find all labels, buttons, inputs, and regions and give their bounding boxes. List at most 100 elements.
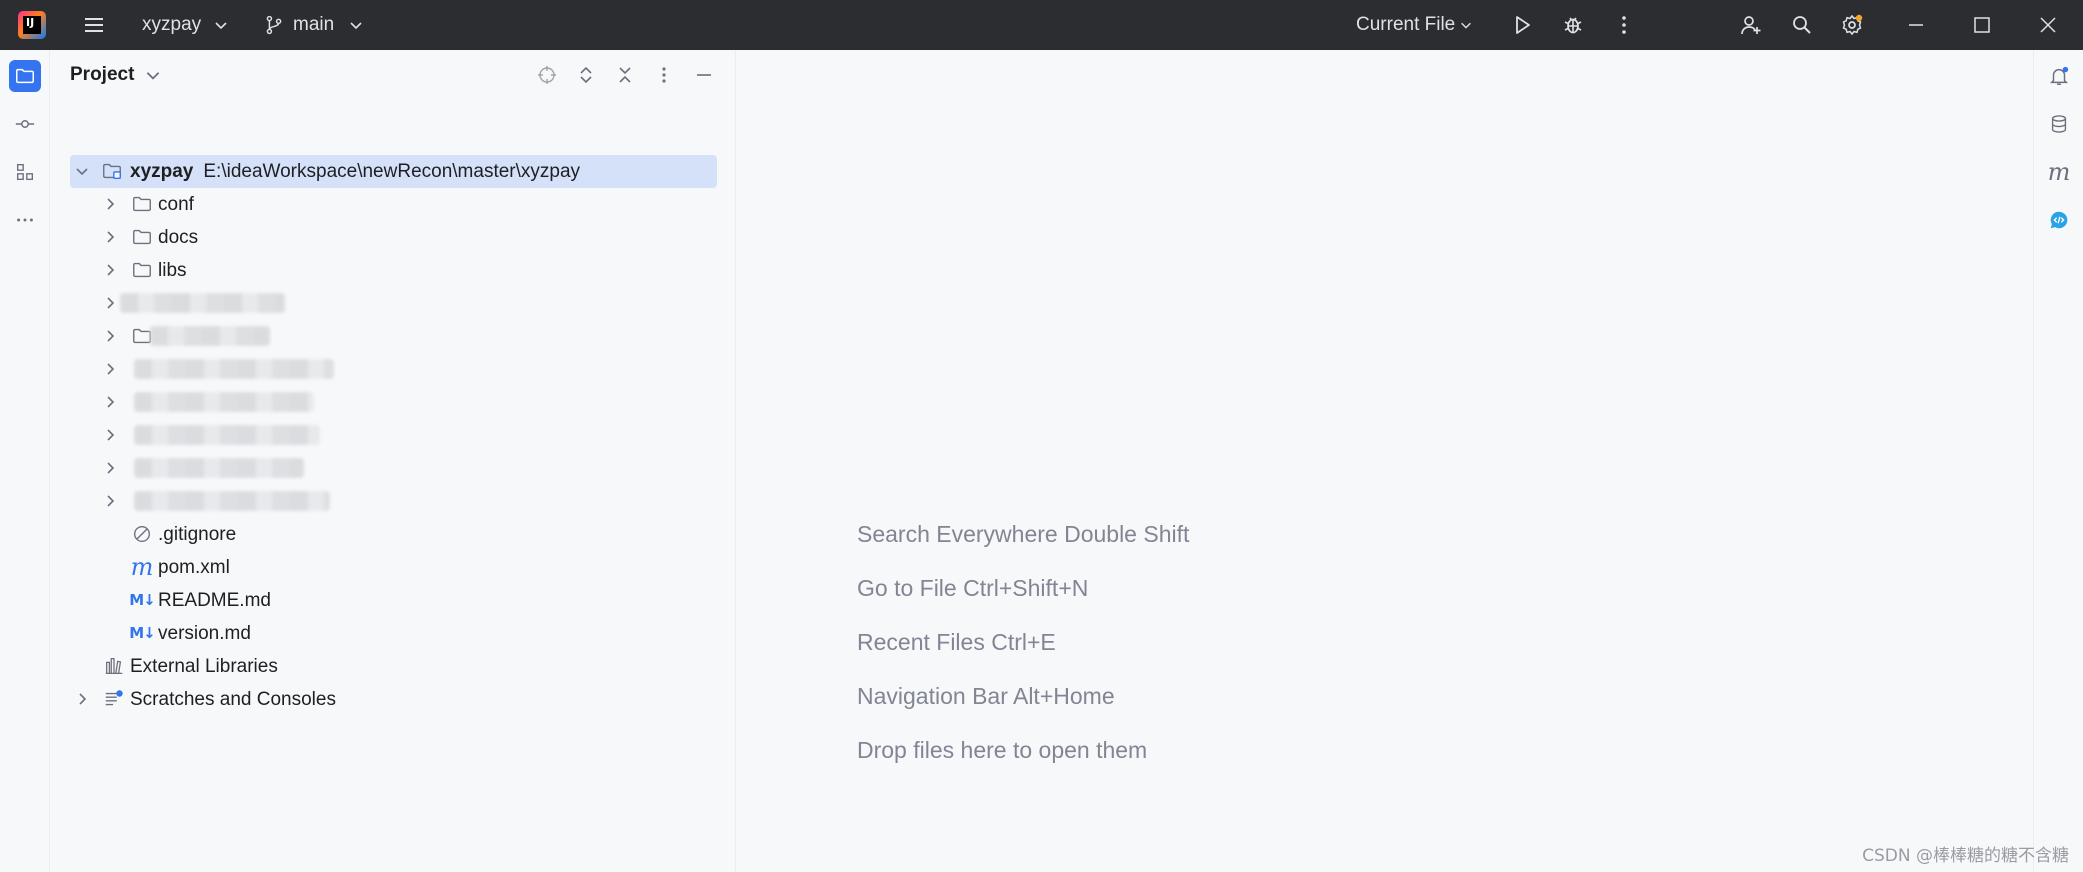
chevron-right-icon[interactable] bbox=[102, 361, 118, 377]
folder-label: docs bbox=[158, 227, 199, 248]
file-label: README.md bbox=[158, 590, 271, 611]
ai-assistant-icon[interactable] bbox=[2043, 204, 2075, 236]
project-name: xyzpay bbox=[142, 14, 202, 35]
debug-icon[interactable] bbox=[1553, 0, 1593, 50]
project-panel-header: Project bbox=[50, 50, 736, 100]
tree-file-row[interactable]: m pom.xml bbox=[50, 551, 736, 584]
database-icon[interactable] bbox=[2043, 108, 2075, 140]
folder-label: libs bbox=[158, 260, 187, 281]
more-tools-icon[interactable] bbox=[9, 204, 41, 236]
left-tool-window-bar bbox=[0, 50, 50, 872]
branch-switcher[interactable]: main bbox=[263, 0, 364, 50]
chevron-right-icon[interactable] bbox=[74, 691, 90, 707]
scratches-label: Scratches and Consoles bbox=[130, 689, 336, 710]
tree-folder-row-redacted[interactable] bbox=[50, 353, 736, 386]
main-menu-icon[interactable] bbox=[74, 0, 114, 50]
tree-scratches-row[interactable]: Scratches and Consoles bbox=[50, 683, 736, 716]
redacted-label bbox=[134, 425, 320, 445]
project-tool-window: Project xyzpay E:\ideaWorkspace\newRecon\ bbox=[50, 50, 736, 872]
redacted-label bbox=[134, 392, 314, 412]
commit-tool-icon[interactable] bbox=[9, 108, 41, 140]
redacted-label bbox=[134, 359, 334, 379]
tree-folder-row-redacted[interactable] bbox=[50, 452, 736, 485]
search-icon[interactable] bbox=[1782, 0, 1822, 50]
markdown-file-icon: M↓ bbox=[129, 624, 155, 642]
chevron-down-icon[interactable] bbox=[74, 163, 90, 179]
root-module-name: xyzpay bbox=[130, 161, 194, 182]
maven-icon[interactable]: m bbox=[2043, 156, 2075, 188]
tree-external-libraries-row[interactable]: External Libraries bbox=[50, 650, 736, 683]
options-icon[interactable] bbox=[651, 62, 677, 88]
project-panel-title[interactable]: Project bbox=[70, 64, 134, 86]
watermark: CSDN @棒棒糖的糖不含糖 bbox=[1862, 846, 2069, 866]
scratches-icon bbox=[102, 688, 126, 710]
structure-tool-icon[interactable] bbox=[9, 156, 41, 188]
tree-folder-row[interactable]: libs bbox=[50, 254, 736, 287]
branch-icon bbox=[266, 15, 282, 35]
tree-file-row[interactable]: .gitignore bbox=[50, 518, 736, 551]
chevron-right-icon[interactable] bbox=[102, 196, 118, 212]
chevron-right-icon[interactable] bbox=[102, 493, 118, 509]
chevron-right-icon[interactable] bbox=[102, 328, 118, 344]
ignore-file-icon bbox=[130, 523, 154, 545]
run-icon[interactable] bbox=[1502, 0, 1542, 50]
minimize-icon[interactable] bbox=[1896, 0, 1936, 50]
chevron-right-icon[interactable] bbox=[102, 262, 118, 278]
select-opened-file-icon[interactable] bbox=[534, 62, 560, 88]
markdown-file-icon: M↓ bbox=[129, 591, 155, 609]
collapse-all-icon[interactable] bbox=[612, 62, 638, 88]
hint-search-everywhere: Search Everywhere Double Shift bbox=[857, 521, 1190, 547]
right-tool-window-bar: m bbox=[2033, 50, 2083, 872]
run-configuration-selector[interactable]: Current File bbox=[1356, 0, 1473, 50]
editor-empty-area[interactable]: Search Everywhere Double Shift Go to Fil… bbox=[737, 50, 2033, 872]
expand-all-icon[interactable] bbox=[573, 62, 599, 88]
tree-root-row[interactable]: xyzpay E:\ideaWorkspace\newRecon\master\x… bbox=[50, 155, 736, 188]
tree-file-row[interactable]: M↓ version.md bbox=[50, 617, 736, 650]
redacted-label bbox=[134, 458, 304, 478]
chevron-right-icon[interactable] bbox=[102, 460, 118, 476]
project-tool-icon[interactable] bbox=[9, 60, 41, 92]
title-bar: IJ xyzpay main Current File bbox=[0, 0, 2083, 50]
chevron-right-icon[interactable] bbox=[102, 295, 118, 311]
folder-label: conf bbox=[158, 194, 194, 215]
tree-folder-row-redacted[interactable] bbox=[50, 287, 736, 320]
project-switcher[interactable]: xyzpay bbox=[142, 0, 229, 50]
library-icon bbox=[102, 655, 126, 677]
run-config-label: Current File bbox=[1356, 14, 1456, 35]
branch-name: main bbox=[293, 14, 335, 35]
more-actions-icon[interactable] bbox=[1604, 0, 1644, 50]
folder-icon bbox=[130, 193, 154, 215]
hint-navigation-bar: Navigation Bar Alt+Home bbox=[857, 683, 1115, 709]
add-user-icon[interactable] bbox=[1731, 0, 1771, 50]
module-folder-icon bbox=[100, 160, 124, 182]
tree-file-row[interactable]: M↓ README.md bbox=[50, 584, 736, 617]
settings-icon[interactable] bbox=[1832, 0, 1872, 50]
tree-folder-row[interactable]: conf bbox=[50, 188, 736, 221]
chevron-down-icon bbox=[215, 22, 227, 30]
file-label: version.md bbox=[158, 623, 251, 644]
chevron-down-icon bbox=[1461, 22, 1472, 29]
chevron-right-icon[interactable] bbox=[102, 427, 118, 443]
folder-icon bbox=[130, 259, 154, 281]
redacted-label bbox=[134, 491, 330, 511]
maven-file-icon: m bbox=[130, 553, 154, 581]
tree-folder-row[interactable]: docs bbox=[50, 221, 736, 254]
notifications-icon[interactable] bbox=[2043, 60, 2075, 92]
hint-recent-files: Recent Files Ctrl+E bbox=[857, 629, 1056, 655]
maximize-icon[interactable] bbox=[1962, 0, 2002, 50]
chevron-down-icon[interactable] bbox=[144, 66, 162, 84]
intellij-logo-icon[interactable]: IJ bbox=[18, 11, 46, 39]
chevron-right-icon[interactable] bbox=[102, 394, 118, 410]
external-libraries-label: External Libraries bbox=[130, 656, 278, 677]
hide-panel-icon[interactable] bbox=[691, 62, 717, 88]
close-icon[interactable] bbox=[2028, 0, 2068, 50]
tree-folder-row-redacted[interactable] bbox=[50, 320, 736, 353]
tree-folder-row-redacted[interactable] bbox=[50, 419, 736, 452]
chevron-down-icon bbox=[350, 22, 362, 30]
hint-go-to-file: Go to File Ctrl+Shift+N bbox=[857, 575, 1089, 601]
redacted-label bbox=[120, 293, 285, 313]
root-module-path: E:\ideaWorkspace\newRecon\master\xyzpay bbox=[203, 161, 581, 182]
tree-folder-row-redacted[interactable] bbox=[50, 386, 736, 419]
tree-folder-row-redacted[interactable] bbox=[50, 485, 736, 518]
chevron-right-icon[interactable] bbox=[102, 229, 118, 245]
